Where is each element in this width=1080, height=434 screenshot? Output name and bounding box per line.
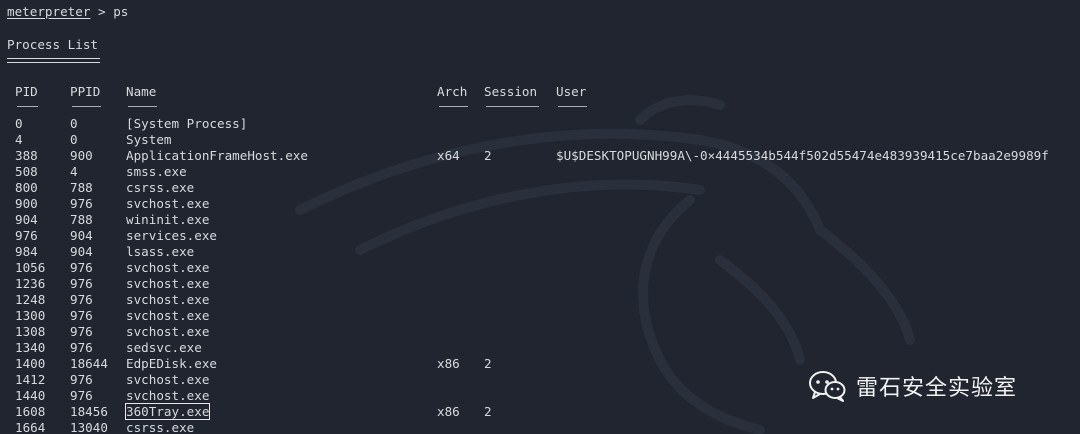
cell-ppid: 976: [70, 292, 93, 307]
cell-ppid: 0: [70, 116, 78, 131]
cell-pid: 800: [15, 180, 38, 195]
cell-name: smss.exe: [126, 164, 187, 179]
cell-pid: 984: [15, 244, 38, 259]
cell-name: services.exe: [126, 228, 217, 243]
prompt-command: ps: [113, 4, 129, 19]
cell-pid: 508: [15, 164, 38, 179]
cell-name: 360Tray.exe: [124, 403, 211, 420]
cell-pid: 388: [15, 148, 38, 163]
cell-pid: 1340: [15, 340, 46, 355]
header-pid: PID: [15, 84, 38, 99]
cell-ppid: 976: [70, 324, 93, 339]
cell-name: svchost.exe: [126, 308, 210, 323]
header-ppid: PPID: [70, 84, 101, 99]
cell-pid: 0: [15, 116, 23, 131]
cell-ppid: 788: [70, 180, 93, 195]
cell-pid: 1056: [15, 260, 46, 275]
cell-ppid: 0: [70, 132, 78, 147]
cell-name: [System Process]: [126, 116, 248, 131]
watermark-text: 雷石安全实验室: [856, 376, 1018, 401]
header-name: Name: [126, 84, 157, 99]
cell-pid: 904: [15, 212, 38, 227]
cell-name: svchost.exe: [126, 276, 210, 291]
cell-name: wininit.exe: [126, 212, 210, 227]
cell-pid: 1440: [15, 388, 46, 403]
cell-name: lsass.exe: [126, 244, 195, 259]
cell-session: 2: [484, 148, 492, 163]
highlighted-process-name: 360Tray.exe: [124, 403, 211, 420]
cell-ppid: 976: [70, 196, 93, 211]
cell-arch: x86: [437, 404, 460, 419]
cell-ppid: 13040: [70, 420, 108, 434]
cell-ppid: 18644: [70, 356, 108, 371]
cell-arch: x64: [437, 148, 460, 163]
cell-pid: 1248: [15, 292, 46, 307]
cell-user: $U$DESKTOPUGNH99A\-0×4445534b544f502d554…: [556, 148, 1049, 163]
cell-ppid: 904: [70, 244, 93, 259]
header-session: Session: [484, 84, 538, 99]
cell-arch: x86: [437, 356, 460, 371]
cell-pid: 1412: [15, 372, 46, 387]
cell-session: 2: [484, 356, 492, 371]
cell-ppid: 976: [70, 372, 93, 387]
cell-name: svchost.exe: [126, 388, 210, 403]
cell-ppid: 904: [70, 228, 93, 243]
cell-ppid: 18456: [70, 404, 108, 419]
cell-pid: 976: [15, 228, 38, 243]
header-dash: [128, 106, 157, 107]
cell-name: System: [126, 132, 172, 147]
cell-name: csrss.exe: [126, 420, 195, 434]
cell-name: svchost.exe: [126, 292, 210, 307]
wechat-icon: [809, 371, 846, 402]
title-underline: [7, 58, 100, 59]
cell-ppid: 976: [70, 308, 93, 323]
cell-pid: 1236: [15, 276, 46, 291]
cell-pid: 1308: [15, 324, 46, 339]
cell-ppid: 976: [70, 276, 93, 291]
section-title: Process List: [7, 37, 98, 52]
cell-pid: 1400: [15, 356, 46, 371]
header-arch: Arch: [437, 84, 468, 99]
cell-pid: 900: [15, 196, 38, 211]
cell-name: svchost.exe: [126, 260, 210, 275]
header-dash: [72, 106, 101, 107]
cell-ppid: 788: [70, 212, 93, 227]
header-dash: [486, 106, 539, 107]
cell-ppid: 900: [70, 148, 93, 163]
header-dash: [17, 106, 38, 107]
title-underline: [7, 62, 100, 63]
cell-pid: 1608: [15, 404, 46, 419]
header-user: User: [556, 84, 587, 99]
cell-pid: 1300: [15, 308, 46, 323]
cell-name: sedsvc.exe: [126, 340, 202, 355]
cell-name: EdpEDisk.exe: [126, 356, 217, 371]
header-dash: [439, 106, 468, 107]
cell-ppid: 976: [70, 260, 93, 275]
prompt-line: meterpreter > ps: [7, 4, 128, 20]
cell-name: csrss.exe: [126, 180, 195, 195]
cell-pid: 4: [15, 132, 23, 147]
watermark: 雷石安全实验室: [808, 368, 1017, 404]
prompt-name: meterpreter: [7, 4, 91, 19]
terminal-window[interactable]: meterpreter > ps Process List PID PPID N…: [0, 0, 1080, 434]
header-dash: [558, 106, 587, 107]
cell-name: ApplicationFrameHost.exe: [126, 148, 308, 163]
prompt-symbol: >: [98, 4, 106, 19]
cell-name: svchost.exe: [126, 372, 210, 387]
cell-ppid: 976: [70, 340, 93, 355]
cell-session: 2: [484, 404, 492, 419]
cell-pid: 1664: [15, 420, 46, 434]
cell-name: svchost.exe: [126, 196, 210, 211]
cell-ppid: 976: [70, 388, 93, 403]
cell-ppid: 4: [70, 164, 78, 179]
cell-name: svchost.exe: [126, 324, 210, 339]
